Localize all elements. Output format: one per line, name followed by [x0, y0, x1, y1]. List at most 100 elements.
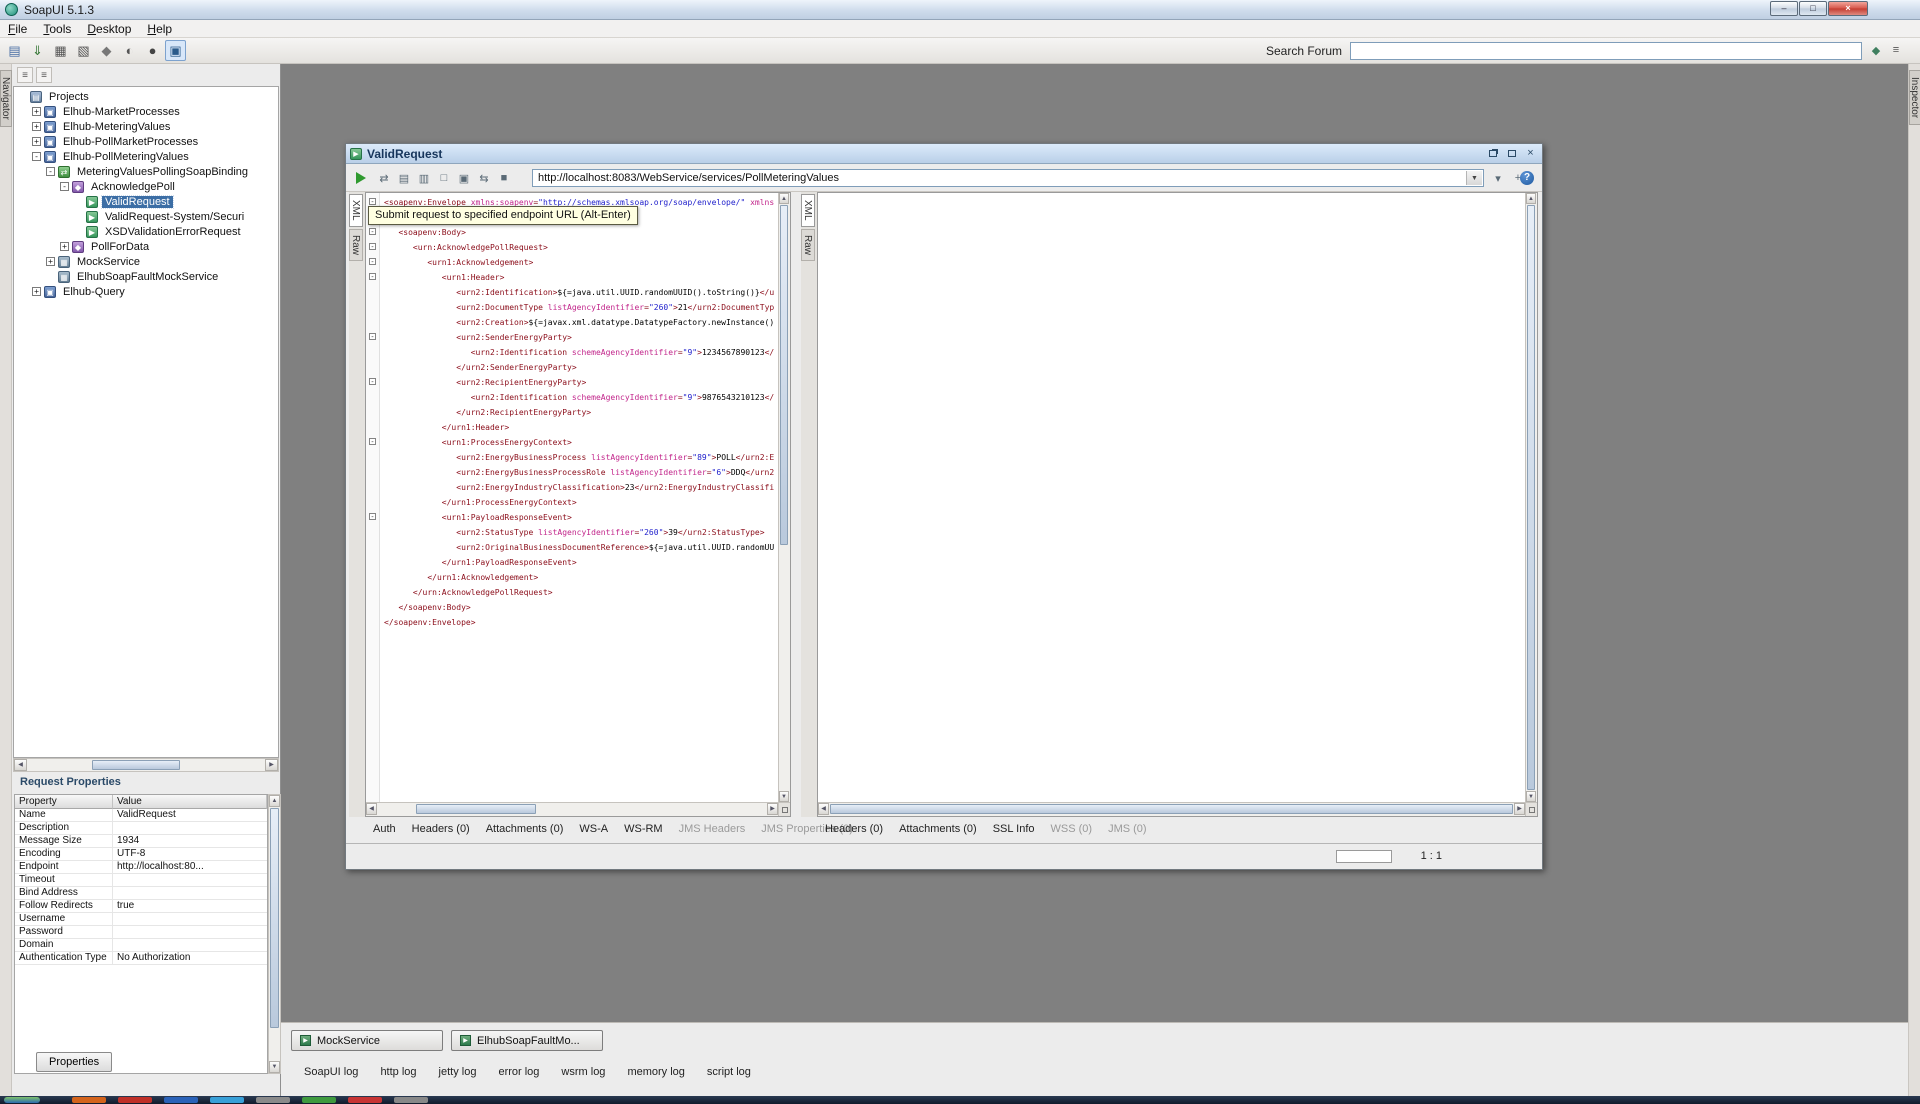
- window-restore-button[interactable]: [1485, 147, 1500, 160]
- expand-icon[interactable]: +: [32, 107, 41, 116]
- table-row[interactable]: Domain: [15, 939, 267, 952]
- expand-icon[interactable]: +: [32, 137, 41, 146]
- help-icon[interactable]: ?: [1520, 171, 1534, 185]
- taskbar-app-icon[interactable]: [164, 1097, 198, 1103]
- expand-icon[interactable]: +: [60, 242, 69, 251]
- table-row[interactable]: Bind Address: [15, 887, 267, 900]
- scrollbar-thumb[interactable]: [1527, 205, 1535, 790]
- log-tab-soapui-log[interactable]: SoapUI log: [293, 1064, 369, 1080]
- tab-attachments-0[interactable]: Attachments (0): [891, 819, 985, 839]
- expand-icon[interactable]: +: [32, 122, 41, 131]
- taskbar-app-icon[interactable]: [210, 1097, 244, 1103]
- response-horizontal-scrollbar[interactable]: ◀ ▶: [818, 802, 1525, 816]
- tree-item-projects[interactable]: ▤Projects: [14, 89, 278, 104]
- scroll-left-icon[interactable]: ◀: [366, 803, 377, 815]
- tab-auth[interactable]: Auth: [365, 819, 404, 839]
- search-forum-input[interactable]: [1350, 42, 1862, 60]
- table-row[interactable]: Authentication TypeNo Authorization: [15, 952, 267, 965]
- expand-icon[interactable]: +: [32, 287, 41, 296]
- fold-toggle-icon[interactable]: -: [369, 438, 376, 445]
- table-row[interactable]: NameValidRequest: [15, 809, 267, 822]
- minimize-button[interactable]: –: [1770, 1, 1798, 16]
- tab-ws-a[interactable]: WS-A: [571, 819, 616, 839]
- tree-view-icon[interactable]: ≡: [17, 67, 33, 83]
- tab-headers-0[interactable]: Headers (0): [404, 819, 478, 839]
- scrollbar-thumb[interactable]: [780, 205, 788, 545]
- tear-off-icon[interactable]: ▾: [1490, 170, 1506, 186]
- menu-tools[interactable]: Tools: [35, 21, 79, 37]
- table-row[interactable]: Password: [15, 926, 267, 939]
- copy-request-icon[interactable]: ▥: [416, 170, 432, 186]
- response-xml-editor[interactable]: [818, 193, 1525, 802]
- preferences-icon[interactable]: ◐: [119, 40, 140, 61]
- log-tab-memory-log[interactable]: memory log: [616, 1064, 695, 1080]
- taskbar-app-icon[interactable]: [348, 1097, 382, 1103]
- menu-desktop[interactable]: Desktop: [79, 21, 139, 37]
- scroll-left-icon[interactable]: ◀: [818, 803, 829, 815]
- request-xml-editor[interactable]: <soapenv:Envelope xmlns:soapenv="http://…: [380, 193, 778, 802]
- editor-tab-raw[interactable]: Raw: [349, 229, 363, 261]
- scrollbar-thumb[interactable]: [92, 760, 180, 770]
- scroll-up-icon[interactable]: ▲: [1526, 193, 1536, 204]
- scroll-down-icon[interactable]: ▼: [269, 1061, 280, 1073]
- tree-item-validrequest-system-securi[interactable]: ▶ValidRequest-System/Securi: [14, 209, 278, 224]
- save-all-icon[interactable]: ▦: [50, 40, 71, 61]
- list-view-icon[interactable]: ≡: [36, 67, 52, 83]
- tree-item-elhub-pollmarketprocesses[interactable]: +▣Elhub-PollMarketProcesses: [14, 134, 278, 149]
- menu-file[interactable]: File: [0, 21, 35, 37]
- starter-page-icon[interactable]: ▣: [165, 40, 186, 61]
- tab-ws-rm[interactable]: WS-RM: [616, 819, 671, 839]
- tree-item-meteringvaluespollingsoapbinding[interactable]: -⇄MeteringValuesPollingSoapBinding: [14, 164, 278, 179]
- menu-help[interactable]: Help: [139, 21, 180, 37]
- properties-vertical-scrollbar[interactable]: ▲ ▼: [268, 794, 281, 1074]
- scroll-up-icon[interactable]: ▲: [269, 795, 280, 807]
- minimized-window-mockservice[interactable]: ▶MockService: [291, 1030, 443, 1051]
- scroll-left-icon[interactable]: ◀: [14, 759, 27, 771]
- table-row[interactable]: Follow Redirectstrue: [15, 900, 267, 913]
- clear-request-icon[interactable]: □: [436, 170, 452, 186]
- scroll-down-icon[interactable]: ▼: [1526, 791, 1536, 802]
- table-row[interactable]: EncodingUTF-8: [15, 848, 267, 861]
- log-tab-script-log[interactable]: script log: [696, 1064, 762, 1080]
- fold-toggle-icon[interactable]: -: [369, 228, 376, 235]
- forum-icon[interactable]: ◆: [96, 40, 117, 61]
- editor-tab-raw[interactable]: Raw: [801, 229, 815, 261]
- start-button[interactable]: [4, 1097, 40, 1103]
- tree-item-elhubsoapfaultmockservice[interactable]: ▦ElhubSoapFaultMockService: [14, 269, 278, 284]
- cancel-request-icon[interactable]: ■: [496, 170, 512, 186]
- table-row[interactable]: Message Size1934: [15, 835, 267, 848]
- scrollbar-thumb[interactable]: [270, 808, 279, 1028]
- collapse-icon[interactable]: -: [60, 182, 69, 191]
- scrollbar-thumb[interactable]: [830, 804, 1513, 814]
- endpoint-url-combo[interactable]: http://localhost:8083/WebService/service…: [532, 169, 1484, 187]
- tree-item-mockservice[interactable]: +▦MockService: [14, 254, 278, 269]
- maximize-button[interactable]: □: [1799, 1, 1827, 16]
- close-button[interactable]: ×: [1828, 1, 1868, 16]
- scroll-down-icon[interactable]: ▼: [779, 791, 789, 802]
- forum-list-icon[interactable]: ≡: [1888, 42, 1904, 58]
- chevron-down-icon[interactable]: ▼: [1466, 171, 1482, 185]
- tab-ssl-info[interactable]: SSL Info: [985, 819, 1043, 839]
- properties-tab-button[interactable]: Properties: [36, 1052, 112, 1072]
- tree-item-pollfordata[interactable]: +◆PollForData: [14, 239, 278, 254]
- collapse-icon[interactable]: -: [46, 167, 55, 176]
- open-workspace-icon[interactable]: ▧: [73, 40, 94, 61]
- navigator-tab[interactable]: Navigator: [0, 70, 12, 127]
- new-project-icon[interactable]: ▤: [4, 40, 25, 61]
- tree-horizontal-scrollbar[interactable]: ◀ ▶: [13, 758, 279, 772]
- submit-request-button[interactable]: [356, 172, 366, 184]
- table-row[interactable]: Timeout: [15, 874, 267, 887]
- tree-item-validrequest[interactable]: ▶ValidRequest: [14, 194, 278, 209]
- scrollbar-thumb[interactable]: [416, 804, 536, 814]
- tree-item-elhub-meteringvalues[interactable]: +▣Elhub-MeteringValues: [14, 119, 278, 134]
- resubmit-icon[interactable]: ⇄: [376, 170, 392, 186]
- taskbar-app-icon[interactable]: [72, 1097, 106, 1103]
- column-header-value[interactable]: Value: [113, 795, 267, 809]
- status-field[interactable]: [1336, 850, 1392, 863]
- table-row[interactable]: Description: [15, 822, 267, 835]
- pane-splitter[interactable]: [791, 192, 801, 817]
- minimized-window-elhubsoapfaultmo[interactable]: ▶ElhubSoapFaultMo...: [451, 1030, 603, 1051]
- fold-toggle-icon[interactable]: -: [369, 258, 376, 265]
- table-row[interactable]: Endpointhttp://localhost:80...: [15, 861, 267, 874]
- inspector-tab[interactable]: Inspector: [1909, 70, 1920, 125]
